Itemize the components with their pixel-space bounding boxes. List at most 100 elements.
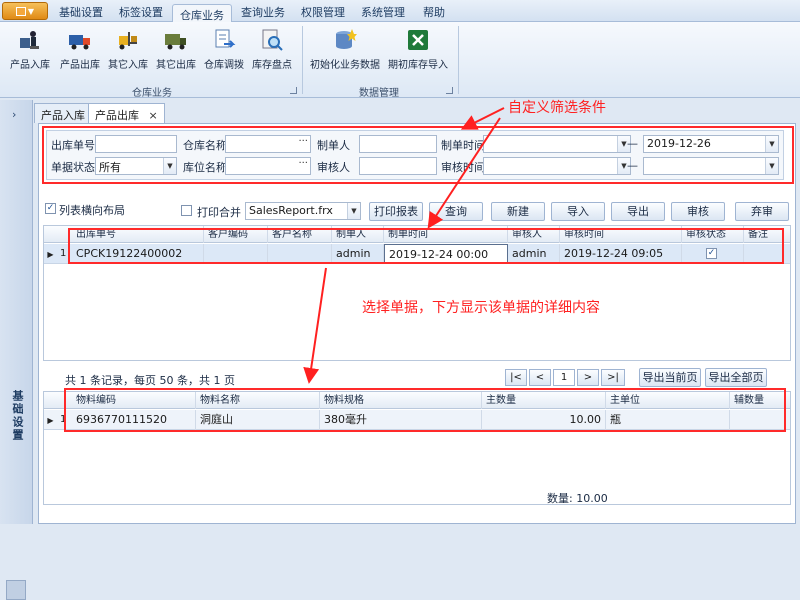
menu-tab-label-settings[interactable]: 标签设置 — [112, 4, 170, 22]
review-status-checkbox[interactable]: ✓ — [706, 248, 717, 259]
chevron-down-icon[interactable]: ▼ — [163, 158, 176, 174]
cell-reviewer[interactable]: admin — [508, 244, 560, 264]
warehouse-picker[interactable]: ··· — [225, 135, 311, 153]
report-file-select[interactable]: SalesReport.frx ▼ — [245, 202, 361, 220]
list-layout-checkbox[interactable]: ✓ — [45, 203, 56, 214]
col-reviewer[interactable]: 审核人 — [508, 226, 560, 243]
stocktake-label: 库存盘点 — [252, 60, 292, 71]
doc-tab-label: 产品入库 — [41, 109, 85, 122]
col-creator[interactable]: 制单人 — [332, 226, 384, 243]
ellipsis-icon[interactable]: ··· — [298, 158, 308, 169]
close-icon[interactable]: × — [149, 109, 158, 122]
next-page-button[interactable]: > — [577, 369, 599, 386]
create-time-to-picker[interactable]: 2019-12-26 ▼ — [643, 135, 779, 153]
print-merge-checkbox[interactable] — [181, 205, 192, 216]
review-button[interactable]: 审核 — [671, 202, 725, 221]
page-number-input[interactable]: 1 — [553, 369, 575, 386]
other-inbound-button[interactable]: 其它入库 — [104, 28, 152, 71]
review-time-label: 审核时间 — [441, 161, 485, 174]
menu-tab-query-business[interactable]: 查询业务 — [234, 4, 292, 22]
doc-tab-product-outbound[interactable]: 产品出库 × — [88, 103, 165, 124]
group-launcher-icon[interactable] — [446, 87, 453, 94]
export-current-page-button[interactable]: 导出当前页 — [639, 368, 701, 387]
cell-material-spec[interactable]: 380毫升 — [320, 410, 482, 430]
forklift-worker-icon — [18, 28, 42, 52]
cell-material-name[interactable]: 洞庭山 — [196, 410, 320, 430]
col-main-unit[interactable]: 主单位 — [606, 392, 730, 409]
cell-customer-code[interactable] — [204, 244, 268, 264]
group-launcher-icon[interactable] — [290, 87, 297, 94]
location-picker[interactable]: ··· — [225, 157, 311, 175]
outbound-no-input[interactable] — [95, 135, 177, 153]
new-button[interactable]: 新建 — [491, 202, 545, 221]
col-review-time[interactable]: 审核时间 — [560, 226, 682, 243]
cell-creator[interactable]: admin — [332, 244, 384, 264]
print-report-button[interactable]: 打印报表 — [369, 202, 423, 221]
reviewer-input[interactable] — [359, 157, 437, 175]
export-all-pages-button[interactable]: 导出全部页 — [705, 368, 767, 387]
menu-tab-help[interactable]: 帮助 — [414, 4, 454, 22]
menu-tab-system[interactable]: 系统管理 — [354, 4, 412, 22]
review-time-to-picker[interactable]: ▼ — [643, 157, 779, 175]
col-material-code[interactable]: 物料编码 — [72, 392, 196, 409]
application-menu-button[interactable]: ▼ — [2, 2, 48, 20]
col-order-no[interactable]: 出库单号 — [72, 226, 204, 243]
opening-stock-import-button[interactable]: 期初库存导入 — [384, 28, 452, 71]
cell-main-unit[interactable]: 瓶 — [606, 410, 730, 430]
col-aux-qty[interactable]: 辅数量 — [730, 392, 790, 409]
create-time-from-picker[interactable]: ▼ — [483, 135, 631, 153]
product-inbound-button[interactable]: 产品入库 — [6, 28, 54, 71]
cell-material-code[interactable]: 6936770111520 — [72, 410, 196, 430]
stocktake-button[interactable]: 库存盘点 — [248, 28, 296, 71]
cell-order-no[interactable]: CPCK19122400002 — [72, 244, 204, 264]
left-panel-label[interactable]: 基础设置 — [9, 390, 25, 442]
col-material-spec[interactable]: 物料规格 — [320, 392, 482, 409]
creator-input[interactable] — [359, 135, 437, 153]
forklift-icon — [116, 28, 140, 52]
cell-review-time[interactable]: 2019-12-24 09:05 — [560, 244, 682, 264]
col-customer-name[interactable]: 客户名称 — [268, 226, 332, 243]
table-row[interactable]: ▶ 1 CPCK19122400002 admin 2019-12-24 00:… — [44, 244, 790, 264]
reviewer-label: 审核人 — [317, 161, 350, 174]
chevron-down-icon[interactable]: ▼ — [347, 203, 360, 219]
unreview-button[interactable]: 弃审 — [735, 202, 789, 221]
chevron-down-icon[interactable]: ▼ — [765, 158, 778, 174]
col-main-qty[interactable]: 主数量 — [482, 392, 606, 409]
cell-create-time-editor[interactable]: 2019-12-24 00:00 — [384, 244, 508, 264]
table-row[interactable]: ▶ 1 6936770111520 洞庭山 380毫升 10.00 瓶 — [44, 410, 790, 430]
cell-review-status[interactable]: ✓ — [682, 244, 744, 264]
product-inbound-label: 产品入库 — [10, 60, 50, 71]
col-remark[interactable]: 备注 — [744, 226, 790, 243]
expand-chevron-icon[interactable]: › — [12, 108, 16, 121]
cell-main-qty[interactable]: 10.00 — [482, 410, 606, 430]
menu-tab-basic-settings[interactable]: 基础设置 — [52, 4, 110, 22]
init-business-data-button[interactable]: 初始化业务数据 — [306, 28, 384, 71]
col-customer-code[interactable]: 客户编码 — [204, 226, 268, 243]
doc-tab-label: 产品出库 — [95, 109, 139, 122]
cell-customer-name[interactable] — [268, 244, 332, 264]
report-file-value: SalesReport.frx — [249, 204, 333, 217]
other-outbound-button[interactable]: 其它出库 — [152, 28, 200, 71]
status-select[interactable]: 所有 ▼ — [95, 157, 177, 175]
menu-tab-permissions[interactable]: 权限管理 — [294, 4, 352, 22]
col-review-status[interactable]: 审核状态 — [682, 226, 744, 243]
first-page-button[interactable]: |< — [505, 369, 527, 386]
col-material-name[interactable]: 物料名称 — [196, 392, 320, 409]
warehouse-transfer-button[interactable]: 仓库调拨 — [200, 28, 248, 71]
panel-scroll-handle[interactable] — [6, 580, 26, 600]
cell-aux-qty[interactable] — [730, 410, 790, 430]
prev-page-button[interactable]: < — [529, 369, 551, 386]
ellipsis-icon[interactable]: ··· — [298, 136, 308, 147]
last-page-button[interactable]: >| — [601, 369, 625, 386]
col-create-time[interactable]: 制单时间 — [384, 226, 508, 243]
query-button[interactable]: 查询 — [429, 202, 483, 221]
export-button[interactable]: 导出 — [611, 202, 665, 221]
chevron-down-icon[interactable]: ▼ — [765, 136, 778, 152]
review-time-from-picker[interactable]: ▼ — [483, 157, 631, 175]
product-outbound-button[interactable]: 产品出库 — [56, 28, 104, 71]
doc-tab-product-inbound[interactable]: 产品入库 — [34, 103, 92, 123]
menu-tab-warehouse-business[interactable]: 仓库业务 — [172, 4, 232, 23]
date-to-value: 2019-12-26 — [647, 137, 711, 150]
import-button[interactable]: 导入 — [551, 202, 605, 221]
cell-remark[interactable] — [744, 244, 790, 264]
